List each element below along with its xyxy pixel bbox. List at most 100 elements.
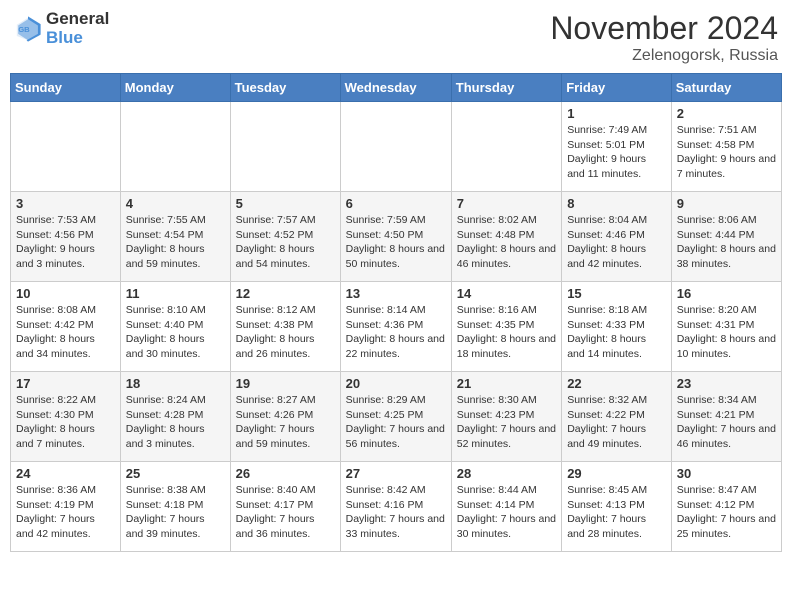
day-number: 28: [457, 466, 556, 481]
logo-icon: GB: [14, 15, 42, 43]
day-number: 9: [677, 196, 776, 211]
day-info: Sunrise: 7:53 AMSunset: 4:56 PMDaylight:…: [16, 213, 115, 272]
day-cell-6: 6 Sunrise: 7:59 AMSunset: 4:50 PMDaylight…: [340, 192, 451, 282]
day-info: Sunrise: 8:04 AMSunset: 4:46 PMDaylight:…: [567, 213, 666, 272]
title-block: November 2024 Zelenogorsk, Russia: [550, 10, 778, 65]
day-number: 2: [677, 106, 776, 121]
day-number: 18: [126, 376, 225, 391]
day-info: Sunrise: 8:32 AMSunset: 4:22 PMDaylight:…: [567, 393, 666, 452]
weekday-header-saturday: Saturday: [671, 74, 781, 102]
day-info: Sunrise: 8:36 AMSunset: 4:19 PMDaylight:…: [16, 483, 115, 542]
day-number: 19: [236, 376, 335, 391]
day-info: Sunrise: 7:49 AMSunset: 5:01 PMDaylight:…: [567, 123, 666, 182]
day-cell-13: 13Sunrise: 8:14 AMSunset: 4:36 PMDayligh…: [340, 282, 451, 372]
weekday-header-sunday: Sunday: [11, 74, 121, 102]
day-info: Sunrise: 8:45 AMSunset: 4:13 PMDaylight:…: [567, 483, 666, 542]
day-cell-11: 11Sunrise: 8:10 AMSunset: 4:40 PMDayligh…: [120, 282, 230, 372]
week-row-2: 3 Sunrise: 7:53 AMSunset: 4:56 PMDaylight…: [11, 192, 782, 282]
day-number: 8: [567, 196, 666, 211]
day-cell-16: 16Sunrise: 8:20 AMSunset: 4:31 PMDayligh…: [671, 282, 781, 372]
day-cell-28: 28 Sunrise: 8:44 AMSunset: 4:14 PMDayligh…: [451, 462, 561, 552]
day-info: Sunrise: 8:02 AMSunset: 4:48 PMDaylight:…: [457, 213, 556, 272]
day-number: 5: [236, 196, 335, 211]
page-header: GB General Blue November 2024 Zelenogors…: [10, 10, 782, 65]
day-cell-12: 12Sunrise: 8:12 AMSunset: 4:38 PMDayligh…: [230, 282, 340, 372]
week-row-4: 17Sunrise: 8:22 AMSunset: 4:30 PMDayligh…: [11, 372, 782, 462]
day-cell-29: 29 Sunrise: 8:45 AMSunset: 4:13 PMDayligh…: [562, 462, 672, 552]
day-info: Sunrise: 8:24 AMSunset: 4:28 PMDaylight:…: [126, 393, 225, 452]
empty-cell: [451, 102, 561, 192]
day-cell-4: 4 Sunrise: 7:55 AMSunset: 4:54 PMDaylight…: [120, 192, 230, 282]
day-number: 30: [677, 466, 776, 481]
day-number: 14: [457, 286, 556, 301]
calendar-table: SundayMondayTuesdayWednesdayThursdayFrid…: [10, 73, 782, 552]
day-number: 3: [16, 196, 115, 211]
weekday-header-tuesday: Tuesday: [230, 74, 340, 102]
day-info: Sunrise: 8:08 AMSunset: 4:42 PMDaylight:…: [16, 303, 115, 362]
day-cell-18: 18 Sunrise: 8:24 AMSunset: 4:28 PMDayligh…: [120, 372, 230, 462]
day-info: Sunrise: 8:42 AMSunset: 4:16 PMDaylight:…: [346, 483, 446, 542]
day-number: 10: [16, 286, 115, 301]
day-number: 21: [457, 376, 556, 391]
day-cell-17: 17Sunrise: 8:22 AMSunset: 4:30 PMDayligh…: [11, 372, 121, 462]
day-cell-22: 22 Sunrise: 8:32 AMSunset: 4:22 PMDayligh…: [562, 372, 672, 462]
day-info: Sunrise: 8:34 AMSunset: 4:21 PMDaylight:…: [677, 393, 776, 452]
day-cell-2: 2 Sunrise: 7:51 AMSunset: 4:58 PMDaylight…: [671, 102, 781, 192]
day-info: Sunrise: 7:57 AMSunset: 4:52 PMDaylight:…: [236, 213, 335, 272]
day-info: Sunrise: 7:59 AMSunset: 4:50 PMDaylight:…: [346, 213, 446, 272]
day-info: Sunrise: 8:47 AMSunset: 4:12 PMDaylight:…: [677, 483, 776, 542]
day-info: Sunrise: 8:29 AMSunset: 4:25 PMDaylight:…: [346, 393, 446, 452]
day-info: Sunrise: 8:44 AMSunset: 4:14 PMDaylight:…: [457, 483, 556, 542]
day-number: 26: [236, 466, 335, 481]
day-info: Sunrise: 8:06 AMSunset: 4:44 PMDaylight:…: [677, 213, 776, 272]
week-row-1: 1 Sunrise: 7:49 AMSunset: 5:01 PMDaylight…: [11, 102, 782, 192]
week-row-5: 24 Sunrise: 8:36 AMSunset: 4:19 PMDayligh…: [11, 462, 782, 552]
day-number: 4: [126, 196, 225, 211]
day-info: Sunrise: 7:51 AMSunset: 4:58 PMDaylight:…: [677, 123, 776, 182]
day-cell-8: 8 Sunrise: 8:04 AMSunset: 4:46 PMDaylight…: [562, 192, 672, 282]
day-number: 27: [346, 466, 446, 481]
empty-cell: [230, 102, 340, 192]
day-cell-27: 27 Sunrise: 8:42 AMSunset: 4:16 PMDayligh…: [340, 462, 451, 552]
weekday-header-wednesday: Wednesday: [340, 74, 451, 102]
day-cell-30: 30 Sunrise: 8:47 AMSunset: 4:12 PMDayligh…: [671, 462, 781, 552]
day-info: Sunrise: 8:27 AMSunset: 4:26 PMDaylight:…: [236, 393, 335, 452]
day-cell-23: 23 Sunrise: 8:34 AMSunset: 4:21 PMDayligh…: [671, 372, 781, 462]
day-number: 15: [567, 286, 666, 301]
day-info: Sunrise: 8:10 AMSunset: 4:40 PMDaylight:…: [126, 303, 225, 362]
day-cell-1: 1 Sunrise: 7:49 AMSunset: 5:01 PMDaylight…: [562, 102, 672, 192]
day-cell-20: 20 Sunrise: 8:29 AMSunset: 4:25 PMDayligh…: [340, 372, 451, 462]
day-info: Sunrise: 7:55 AMSunset: 4:54 PMDaylight:…: [126, 213, 225, 272]
day-info: Sunrise: 8:38 AMSunset: 4:18 PMDaylight:…: [126, 483, 225, 542]
month-title: November 2024: [550, 10, 778, 47]
day-number: 24: [16, 466, 115, 481]
logo-text: General Blue: [46, 10, 109, 47]
empty-cell: [11, 102, 121, 192]
svg-text:GB: GB: [18, 24, 30, 33]
day-number: 7: [457, 196, 556, 211]
day-cell-9: 9 Sunrise: 8:06 AMSunset: 4:44 PMDaylight…: [671, 192, 781, 282]
day-number: 29: [567, 466, 666, 481]
day-cell-7: 7 Sunrise: 8:02 AMSunset: 4:48 PMDaylight…: [451, 192, 561, 282]
day-cell-26: 26 Sunrise: 8:40 AMSunset: 4:17 PMDayligh…: [230, 462, 340, 552]
day-cell-3: 3 Sunrise: 7:53 AMSunset: 4:56 PMDaylight…: [11, 192, 121, 282]
day-info: Sunrise: 8:14 AMSunset: 4:36 PMDaylight:…: [346, 303, 446, 362]
day-cell-25: 25Sunrise: 8:38 AMSunset: 4:18 PMDayligh…: [120, 462, 230, 552]
day-info: Sunrise: 8:40 AMSunset: 4:17 PMDaylight:…: [236, 483, 335, 542]
day-info: Sunrise: 8:20 AMSunset: 4:31 PMDaylight:…: [677, 303, 776, 362]
day-cell-19: 19 Sunrise: 8:27 AMSunset: 4:26 PMDayligh…: [230, 372, 340, 462]
day-info: Sunrise: 8:18 AMSunset: 4:33 PMDaylight:…: [567, 303, 666, 362]
weekday-header-thursday: Thursday: [451, 74, 561, 102]
day-number: 6: [346, 196, 446, 211]
day-number: 1: [567, 106, 666, 121]
day-cell-10: 10 Sunrise: 8:08 AMSunset: 4:42 PMDayligh…: [11, 282, 121, 372]
day-number: 20: [346, 376, 446, 391]
day-info: Sunrise: 8:16 AMSunset: 4:35 PMDaylight:…: [457, 303, 556, 362]
day-number: 22: [567, 376, 666, 391]
day-number: 12: [236, 286, 335, 301]
location: Zelenogorsk, Russia: [550, 47, 778, 65]
day-cell-14: 14 Sunrise: 8:16 AMSunset: 4:35 PMDayligh…: [451, 282, 561, 372]
day-cell-15: 15 Sunrise: 8:18 AMSunset: 4:33 PMDayligh…: [562, 282, 672, 372]
day-info: Sunrise: 8:30 AMSunset: 4:23 PMDaylight:…: [457, 393, 556, 452]
day-number: 23: [677, 376, 776, 391]
